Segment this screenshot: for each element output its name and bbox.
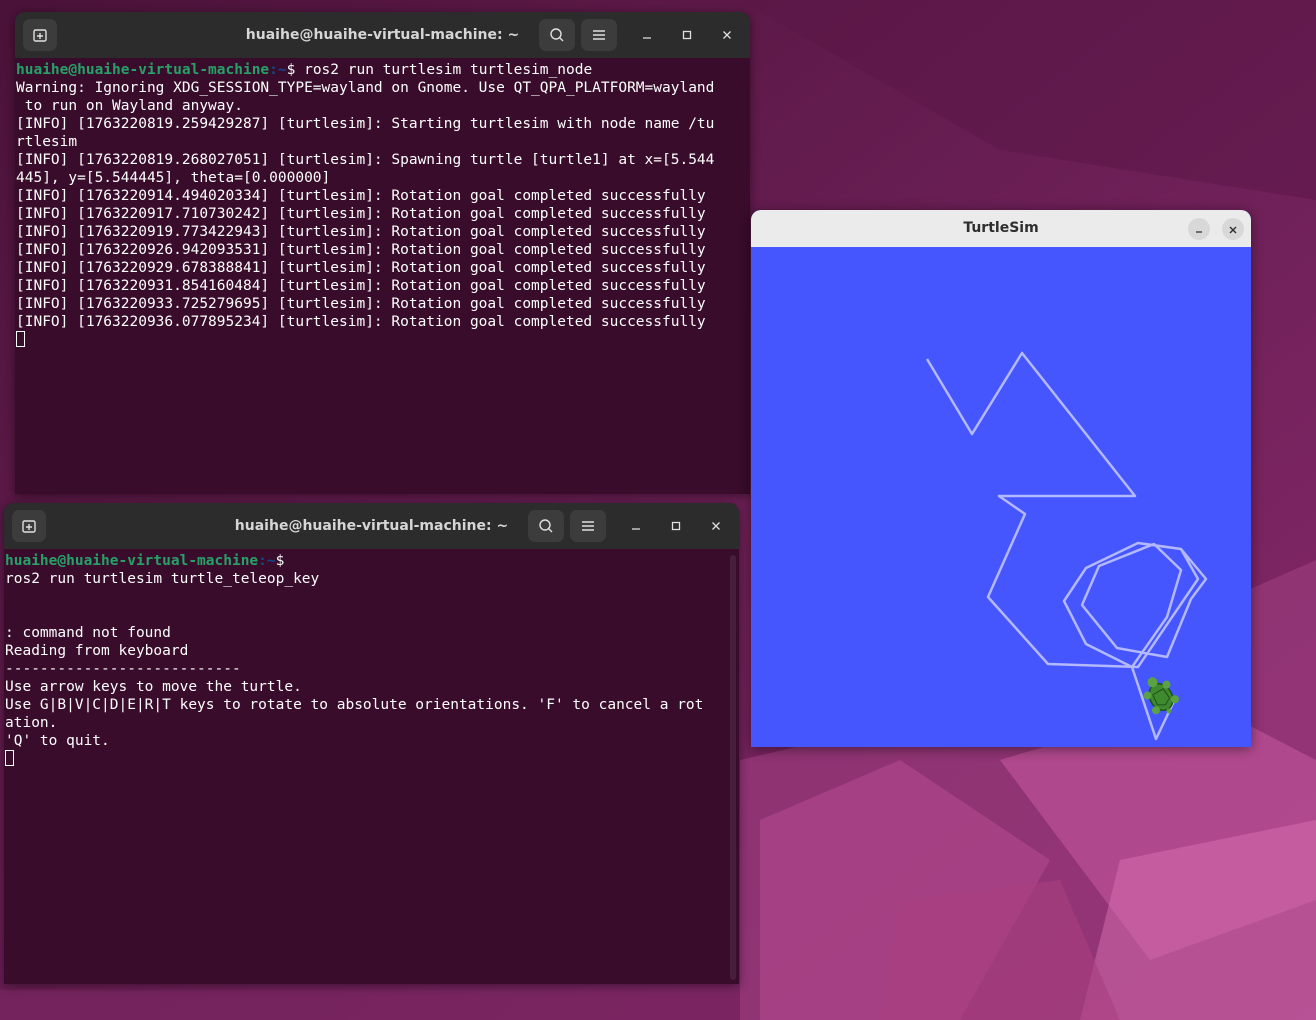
- maximize-icon: [670, 517, 682, 536]
- turtlesim-canvas: [751, 247, 1251, 747]
- terminal-window-bottom[interactable]: huaihe@huaihe-virtual-machine: ~ huaihe@…: [4, 503, 739, 984]
- terminal-line: : command not found: [5, 625, 171, 641]
- menu-button[interactable]: [581, 19, 617, 51]
- maximize-button[interactable]: [675, 23, 699, 47]
- command-text: $ ros2 run turtlesim turtlesim_node: [286, 62, 593, 78]
- terminal-line: [INFO] [1763220919.773422943] [turtlesim…: [16, 224, 706, 240]
- terminal-line: [INFO] [1763220931.854160484] [turtlesim…: [16, 278, 706, 294]
- prompt-user: huaihe@huaihe-virtual-machine: [16, 62, 270, 78]
- hamburger-menu-icon: [592, 29, 606, 41]
- prompt-path: :~: [258, 553, 276, 569]
- terminal-line: 445], y=[5.544445], theta=[0.000000]: [16, 170, 331, 186]
- terminal-line: ation.: [5, 715, 58, 731]
- terminal-line: huaihe@huaihe-virtual-machine:~$ ros2 ru…: [16, 61, 736, 79]
- window-title: TurtleSim: [963, 220, 1039, 236]
- prompt-user: huaihe@huaihe-virtual-machine: [5, 553, 259, 569]
- minimize-icon: [641, 26, 653, 45]
- close-icon: [721, 26, 733, 45]
- search-icon: [549, 27, 565, 43]
- terminal-line: [INFO] [1763220936.077895234] [turtlesim…: [16, 314, 706, 330]
- terminal-line: 'Q' to quit.: [5, 733, 110, 749]
- minimize-button[interactable]: [624, 514, 648, 538]
- terminal-line: ros2 run turtlesim turtle_teleop_key: [5, 571, 320, 587]
- terminal-line: [INFO] [1763220917.710730242] [turtlesim…: [16, 206, 706, 222]
- new-tab-button[interactable]: [12, 510, 46, 542]
- terminal-line: [INFO] [1763220819.268027051] [turtlesim…: [16, 152, 715, 168]
- close-icon: [710, 517, 722, 536]
- terminal-output[interactable]: huaihe@huaihe-virtual-machine:~$ ros2 run…: [4, 552, 725, 984]
- minimize-button[interactable]: [1188, 218, 1210, 240]
- terminal-header[interactable]: huaihe@huaihe-virtual-machine: ~: [15, 12, 750, 58]
- turtlesim-header[interactable]: TurtleSim: [751, 210, 1251, 247]
- terminal-line: [INFO] [1763220933.725279695] [turtlesim…: [16, 296, 706, 312]
- terminal-line: Use G|B|V|C|D|E|R|T keys to rotate to ab…: [5, 697, 704, 713]
- terminal-line: to run on Wayland anyway.: [16, 98, 243, 114]
- terminal-line: Use arrow keys to move the turtle.: [5, 679, 302, 695]
- turtlesim-window[interactable]: TurtleSim: [751, 210, 1251, 747]
- terminal-line: Warning: Ignoring XDG_SESSION_TYPE=wayla…: [16, 80, 715, 96]
- text-cursor: [16, 331, 25, 347]
- close-button[interactable]: [715, 23, 739, 47]
- command-text: $: [275, 553, 285, 569]
- minimize-icon: [630, 517, 642, 536]
- new-tab-icon: [32, 27, 48, 43]
- terminal-line: [INFO] [1763220929.678388841] [turtlesim…: [16, 260, 706, 276]
- search-button[interactable]: [528, 510, 564, 542]
- new-tab-button[interactable]: [23, 19, 57, 51]
- terminal-header[interactable]: huaihe@huaihe-virtual-machine: ~: [4, 503, 739, 549]
- text-cursor: [5, 750, 14, 766]
- terminal-line: [INFO] [1763220819.259429287] [turtlesim…: [16, 116, 715, 132]
- close-button[interactable]: [704, 514, 728, 538]
- cursor-line: [5, 750, 725, 768]
- prompt-path: :~: [269, 62, 287, 78]
- terminal-line: huaihe@huaihe-virtual-machine:~$: [5, 552, 725, 570]
- close-icon: [1228, 220, 1238, 239]
- cursor-line: [16, 331, 736, 349]
- minimize-icon: [1194, 220, 1204, 239]
- scrollbar[interactable]: [730, 555, 736, 980]
- search-icon: [538, 518, 554, 534]
- maximize-icon: [681, 26, 693, 45]
- terminal-window-top[interactable]: huaihe@huaihe-virtual-machine: ~ huaihe@…: [15, 12, 750, 494]
- maximize-button[interactable]: [664, 514, 688, 538]
- hamburger-menu-icon: [581, 520, 595, 532]
- terminal-output[interactable]: huaihe@huaihe-virtual-machine:~$ ros2 ru…: [15, 61, 736, 494]
- terminal-line: [INFO] [1763220914.494020334] [turtlesim…: [16, 188, 706, 204]
- terminal-line: Reading from keyboard: [5, 643, 189, 659]
- search-button[interactable]: [539, 19, 575, 51]
- new-tab-icon: [21, 518, 37, 534]
- terminal-line: [INFO] [1763220926.942093531] [turtlesim…: [16, 242, 706, 258]
- minimize-button[interactable]: [635, 23, 659, 47]
- menu-button[interactable]: [570, 510, 606, 542]
- close-button[interactable]: [1222, 218, 1244, 240]
- terminal-line: ---------------------------: [5, 661, 241, 677]
- terminal-line: rtlesim: [16, 134, 78, 150]
